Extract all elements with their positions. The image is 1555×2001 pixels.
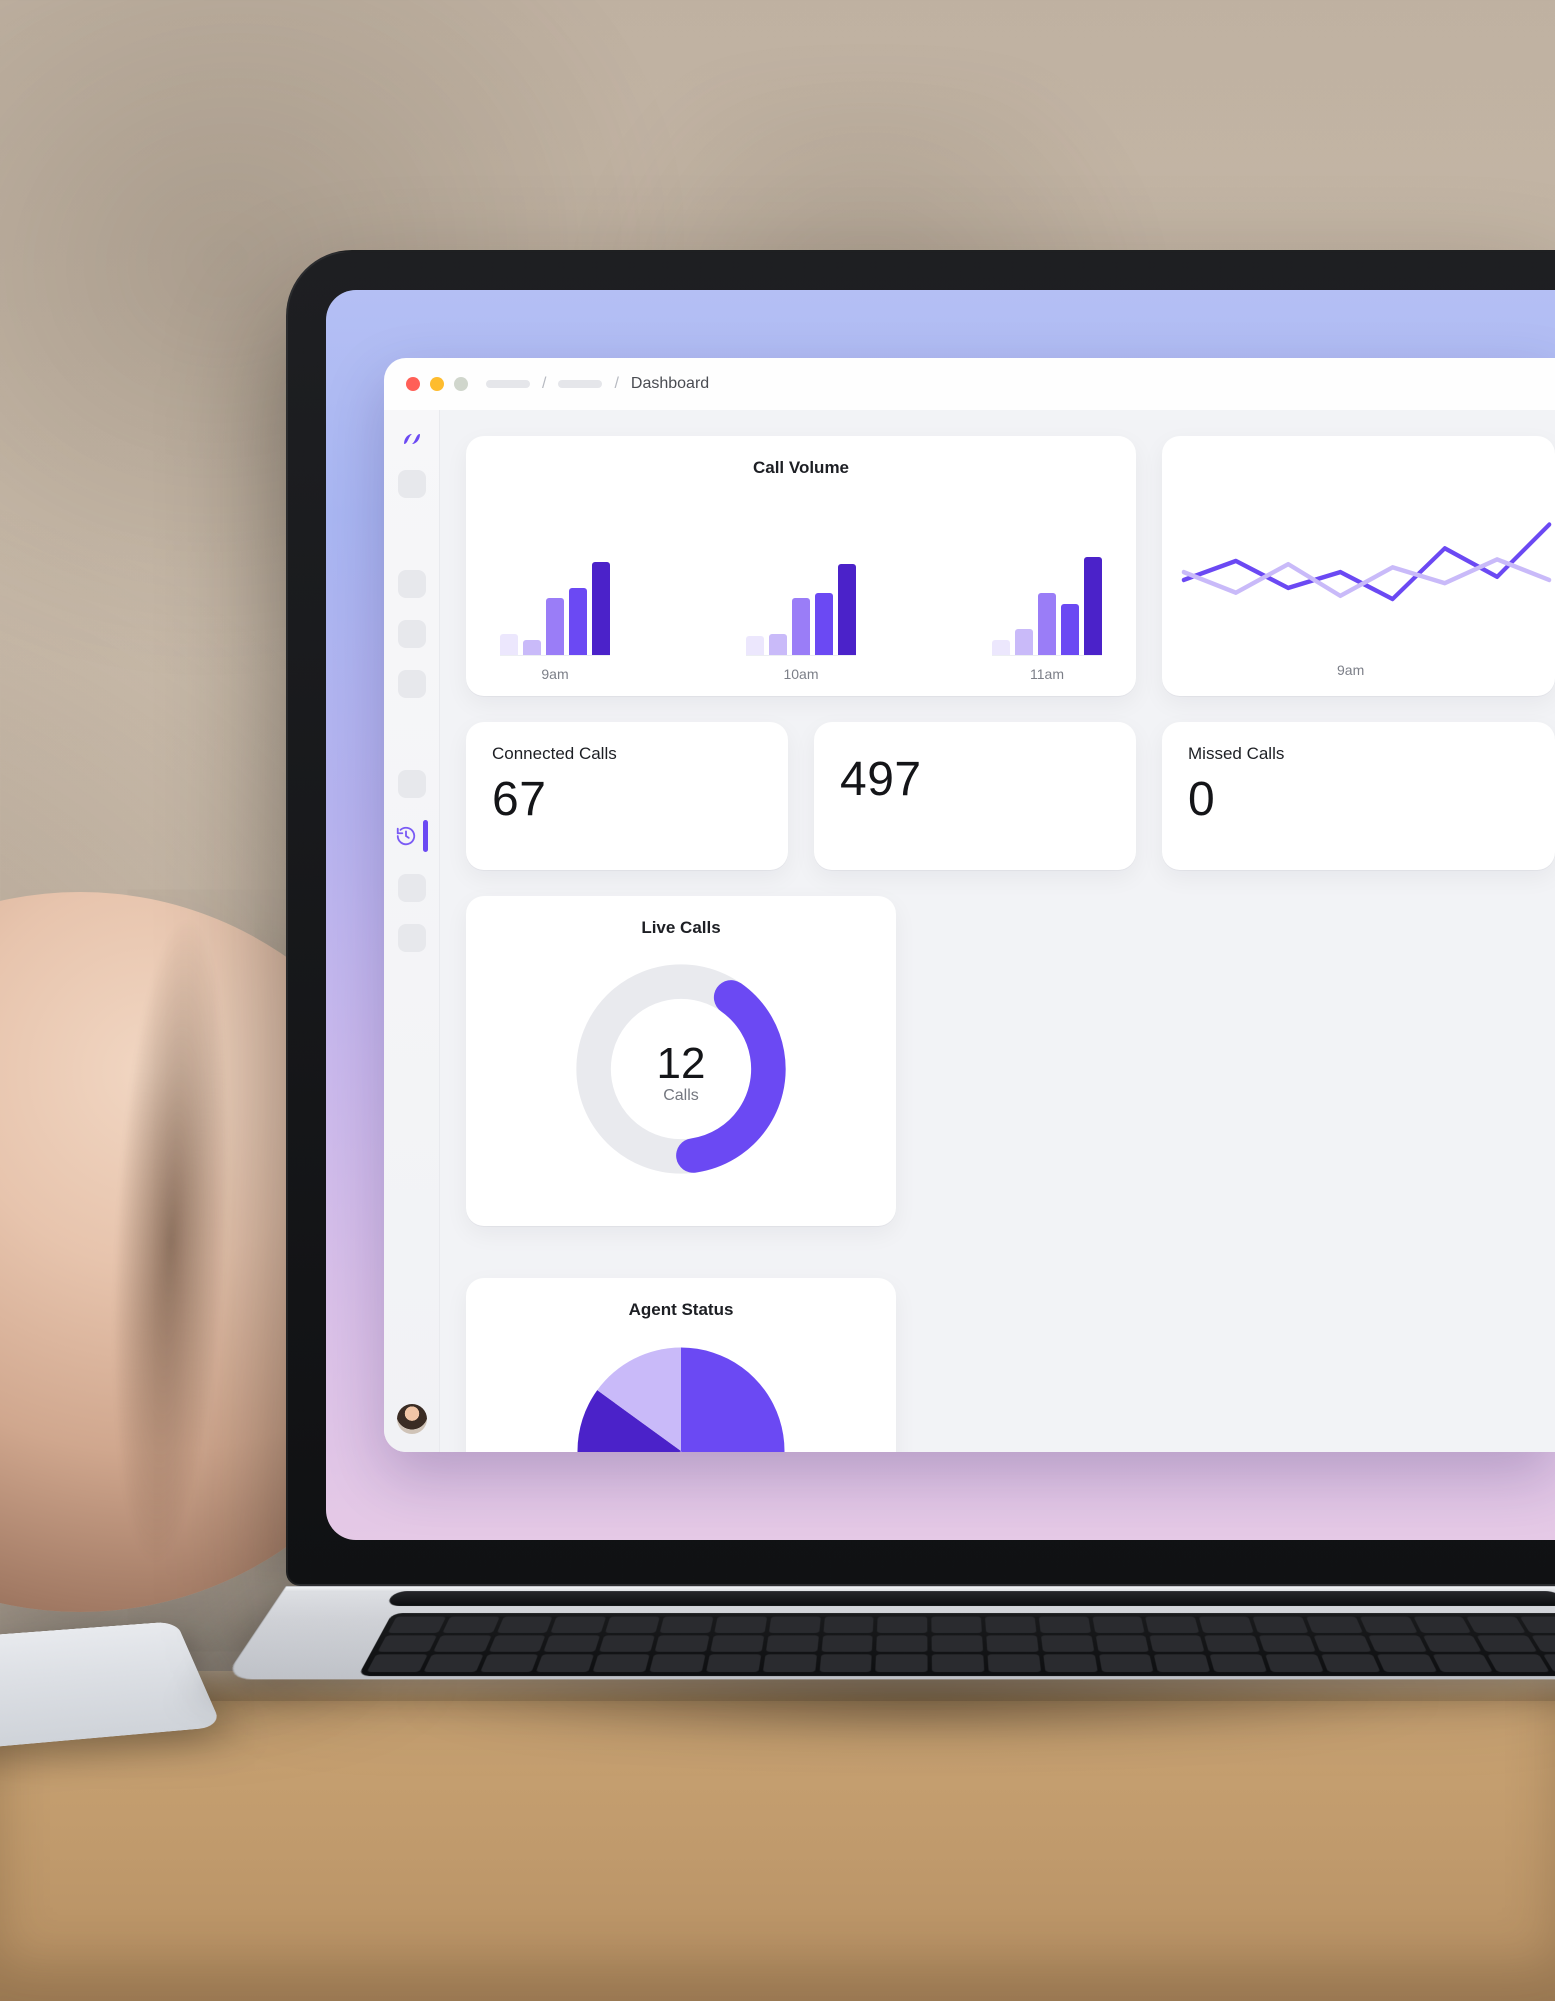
call-volume-card: Call Volume 9am 10am 11am [466,436,1136,696]
zoom-window-button[interactable] [454,377,468,391]
bar [992,640,1010,655]
sidebar-active-indicator [423,820,428,852]
breadcrumb-separator: / [542,375,546,393]
bar-group: 11am [992,552,1102,682]
connected-calls-card: Connected Calls 67 [466,722,788,870]
kpi-title: Missed Calls [1188,744,1529,764]
bar [569,588,587,655]
line-chart-card: 9am [1162,436,1555,696]
pie-slice [681,1348,785,1453]
bar [792,598,810,655]
laptop-lid: / / Dashboard [286,250,1555,1586]
breadcrumb-current: Dashboard [631,375,709,393]
sidebar-item[interactable] [398,770,426,798]
minimize-window-button[interactable] [430,377,444,391]
axis-tick-label: 11am [1030,666,1064,682]
close-window-button[interactable] [406,377,420,391]
bar [1038,593,1056,655]
sidebar-item[interactable] [398,570,426,598]
laptop-hinge [386,1591,1555,1606]
bar [1015,629,1033,655]
sidebar-item-history[interactable] [395,820,428,852]
sidebar-item[interactable] [398,620,426,648]
sidebar [384,410,440,1452]
laptop-keyboard-deck [223,1586,1555,1679]
missed-calls-card: Missed Calls 0 [1162,722,1555,870]
breadcrumb: / / Dashboard [486,375,709,393]
live-calls-unit: Calls [663,1087,699,1105]
dashboard-canvas: Call Volume 9am 10am 11am 9am [440,410,1555,1452]
line-chart: 9am [1162,458,1555,682]
bar [592,562,610,655]
bar [523,640,541,655]
breadcrumb-segment[interactable] [486,380,530,388]
live-calls-card: Live Calls 12 Calls [466,896,896,1226]
bar [546,598,564,655]
kpi-card: 497 [814,722,1136,870]
card-title: Agent Status [629,1300,734,1320]
bar [746,636,764,655]
sidebar-item[interactable] [398,670,426,698]
breadcrumb-separator: / [614,375,618,393]
sidebar-item[interactable] [398,924,426,952]
card-title: Live Calls [641,918,720,938]
kpi-value: 0 [1188,772,1529,827]
kpi-value: 497 [840,752,1110,807]
bar [1061,604,1079,656]
bar [500,634,518,655]
sidebar-item[interactable] [398,874,426,902]
window-controls [406,377,468,391]
donut-center: 12 Calls [566,954,796,1189]
call-volume-chart: 9am 10am 11am [492,478,1110,682]
bar [1084,557,1102,655]
sidebar-gap [398,520,426,548]
axis-tick-label: 9am [541,666,568,682]
breadcrumb-segment[interactable] [558,380,602,388]
bar-group: 10am [746,552,856,682]
axis-tick-label: 10am [783,666,818,682]
card-title: Call Volume [492,458,1110,478]
bar [838,564,856,655]
kpi-value: 67 [492,772,762,827]
axis-tick-label: 9am [1337,662,1364,678]
titlebar: / / Dashboard [384,358,1555,410]
user-avatar[interactable] [397,1404,427,1434]
live-calls-value: 12 [657,1039,706,1089]
kpi-title: Connected Calls [492,744,762,764]
laptop: / / Dashboard [286,250,1555,1738]
app-logo-icon [400,430,424,448]
agent-status-card: Agent Status [466,1278,896,1452]
laptop-screen: / / Dashboard [326,290,1555,1540]
sidebar-gap [398,720,426,748]
app-window: / / Dashboard [384,358,1555,1452]
bar-group: 9am [500,552,610,682]
history-icon [395,825,417,847]
sidebar-item[interactable] [398,470,426,498]
bar [769,634,787,655]
laptop-keyboard [358,1613,1555,1676]
bar [815,593,833,655]
agent-status-chart [566,1336,796,1452]
